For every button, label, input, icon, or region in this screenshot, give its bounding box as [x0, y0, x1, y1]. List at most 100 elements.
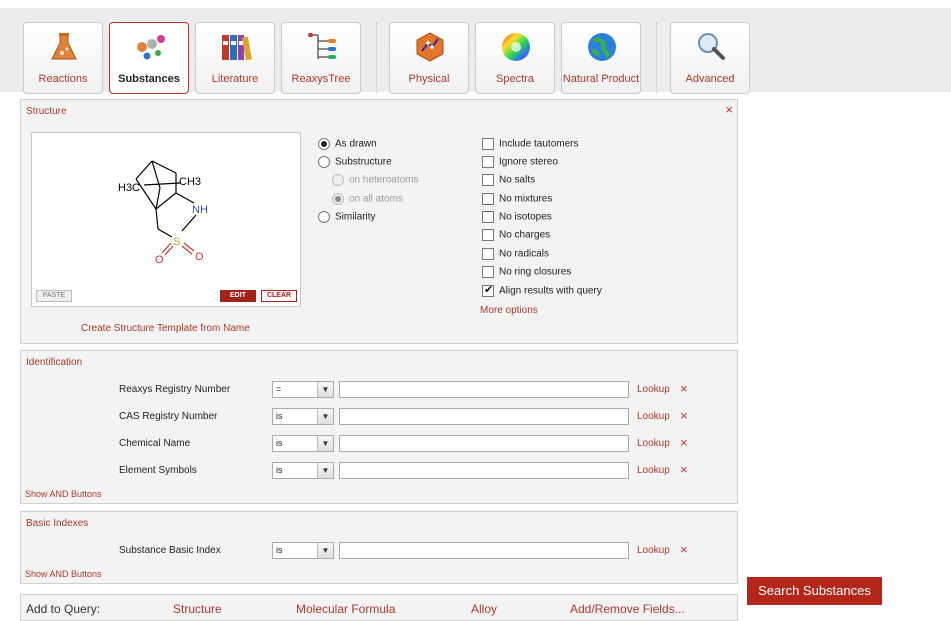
operator-select[interactable]: is ▼: [272, 408, 334, 425]
radio-button[interactable]: [318, 156, 330, 168]
field-label: Element Symbols: [119, 465, 197, 476]
checkbox-align-results[interactable]: Align results with query: [482, 283, 602, 297]
checkbox[interactable]: [482, 229, 494, 241]
tab-reactions[interactable]: Reactions: [23, 22, 103, 94]
structure-title: Structure: [26, 106, 67, 117]
tab-label: Physical: [408, 73, 450, 85]
radio-on-heteroatoms[interactable]: on heteroatoms: [332, 174, 419, 186]
more-options-link[interactable]: More options: [480, 305, 538, 316]
chevron-down-icon: ▼: [317, 463, 333, 478]
checkbox-no-radicals[interactable]: No radicals: [482, 248, 549, 260]
checkbox-label: No salts: [499, 174, 536, 186]
radio-label: As drawn: [335, 138, 377, 150]
edit-button[interactable]: EDIT: [220, 290, 256, 302]
atom-label: CH3: [179, 176, 201, 188]
tab-spectra[interactable]: Spectra: [475, 22, 555, 94]
show-and-buttons-link[interactable]: Show AND Buttons: [25, 569, 102, 579]
checkbox-label: No mixtures: [499, 193, 553, 205]
operator-value: is: [276, 465, 283, 475]
checkbox[interactable]: [482, 266, 494, 278]
field-input[interactable]: [339, 408, 629, 425]
radio-substructure[interactable]: Substructure: [318, 156, 392, 168]
checkbox-no-salts[interactable]: No salts: [482, 174, 535, 186]
close-icon[interactable]: ×: [725, 102, 733, 117]
checkbox[interactable]: [482, 193, 494, 205]
checkbox[interactable]: [482, 283, 494, 297]
radio-button[interactable]: [332, 193, 344, 205]
globe-icon: [588, 33, 616, 61]
search-substances-button[interactable]: Search Substances: [747, 577, 882, 605]
field-input[interactable]: [339, 381, 629, 398]
tab-label: Reactions: [38, 73, 88, 85]
field-label: Substance Basic Index: [119, 545, 221, 556]
tab-label: Literature: [211, 73, 259, 85]
identification-title: Identification: [26, 357, 83, 368]
operator-select[interactable]: is ▼: [272, 462, 334, 479]
checkbox-no-mixtures[interactable]: No mixtures: [482, 193, 552, 205]
operator-value: is: [276, 438, 283, 448]
checkbox-no-ring-closures[interactable]: No ring closures: [482, 266, 571, 278]
structure-editor-canvas[interactable]: H3C CH3 NH S O O PASTE EDIT CLEAR: [31, 132, 301, 307]
search-type-toolbar: Reactions Substances Literature ReaxysTr…: [0, 8, 951, 94]
radio-button[interactable]: [318, 138, 330, 150]
remove-field-icon[interactable]: ×: [680, 381, 688, 396]
flask-icon: [51, 33, 77, 60]
tab-natural-product[interactable]: Natural Product: [561, 22, 641, 94]
radio-similarity[interactable]: Similarity: [318, 211, 376, 223]
add-structure-link[interactable]: Structure: [173, 602, 222, 616]
lookup-link[interactable]: Lookup: [637, 438, 670, 449]
tab-reaxystree[interactable]: ReaxysTree: [281, 22, 361, 94]
checkbox[interactable]: [482, 211, 494, 223]
operator-value: is: [276, 545, 283, 555]
lookup-link[interactable]: Lookup: [637, 411, 670, 422]
tab-substances[interactable]: Substances: [109, 22, 189, 94]
checkbox[interactable]: [482, 248, 494, 260]
field-input[interactable]: [339, 462, 629, 479]
checkbox-no-charges[interactable]: No charges: [482, 229, 550, 241]
field-input[interactable]: [339, 435, 629, 452]
toolbar-divider: [656, 22, 657, 94]
show-and-buttons-link[interactable]: Show AND Buttons: [25, 489, 102, 499]
checkbox[interactable]: [482, 138, 494, 150]
remove-field-icon[interactable]: ×: [680, 542, 688, 557]
radio-as-drawn[interactable]: As drawn: [318, 138, 377, 150]
clear-button[interactable]: CLEAR: [261, 290, 297, 302]
checkbox[interactable]: [482, 156, 494, 168]
operator-select[interactable]: is ▼: [272, 435, 334, 452]
lookup-link[interactable]: Lookup: [637, 465, 670, 476]
radio-button[interactable]: [332, 174, 344, 186]
field-input[interactable]: [339, 542, 629, 559]
add-remove-fields-link[interactable]: Add/Remove Fields...: [570, 602, 685, 616]
tab-advanced[interactable]: Advanced: [670, 22, 750, 94]
checkbox-label: No radicals: [499, 248, 550, 260]
operator-value: is: [276, 411, 283, 421]
remove-field-icon[interactable]: ×: [680, 435, 688, 450]
remove-field-icon[interactable]: ×: [680, 462, 688, 477]
paste-button[interactable]: PASTE: [36, 290, 72, 302]
add-molecular-formula-link[interactable]: Molecular Formula: [296, 602, 395, 616]
create-structure-template-link[interactable]: Create Structure Template from Name: [81, 323, 250, 334]
lookup-link[interactable]: Lookup: [637, 545, 670, 556]
radio-on-all-atoms[interactable]: on all atoms: [332, 193, 403, 205]
add-alloy-link[interactable]: Alloy: [471, 602, 497, 616]
tab-physical[interactable]: Physical: [389, 22, 469, 94]
field-row-basic-index: Substance Basic Index is ▼ Lookup ×: [21, 542, 737, 560]
checkbox-include-tautomers[interactable]: Include tautomers: [482, 138, 579, 150]
checkbox-ignore-stereo[interactable]: Ignore stereo: [482, 156, 558, 168]
tab-label: Substances: [118, 73, 180, 85]
lookup-link[interactable]: Lookup: [637, 384, 670, 395]
operator-select[interactable]: is ▼: [272, 542, 334, 559]
operator-select[interactable]: = ▼: [272, 381, 334, 398]
atom-label: O: [155, 254, 164, 266]
tree-icon: [308, 33, 336, 59]
remove-field-icon[interactable]: ×: [680, 408, 688, 423]
tab-literature[interactable]: Literature: [195, 22, 275, 94]
checkbox-label: Align results with query: [499, 285, 602, 297]
checkbox-label: Ignore stereo: [499, 156, 558, 168]
radio-button[interactable]: [318, 211, 330, 223]
checkbox[interactable]: [482, 174, 494, 186]
chevron-down-icon: ▼: [317, 436, 333, 451]
checkbox-no-isotopes[interactable]: No isotopes: [482, 211, 552, 223]
molecule-drawing: H3C CH3 NH S O O: [118, 160, 208, 266]
molecules-icon: [137, 35, 165, 60]
